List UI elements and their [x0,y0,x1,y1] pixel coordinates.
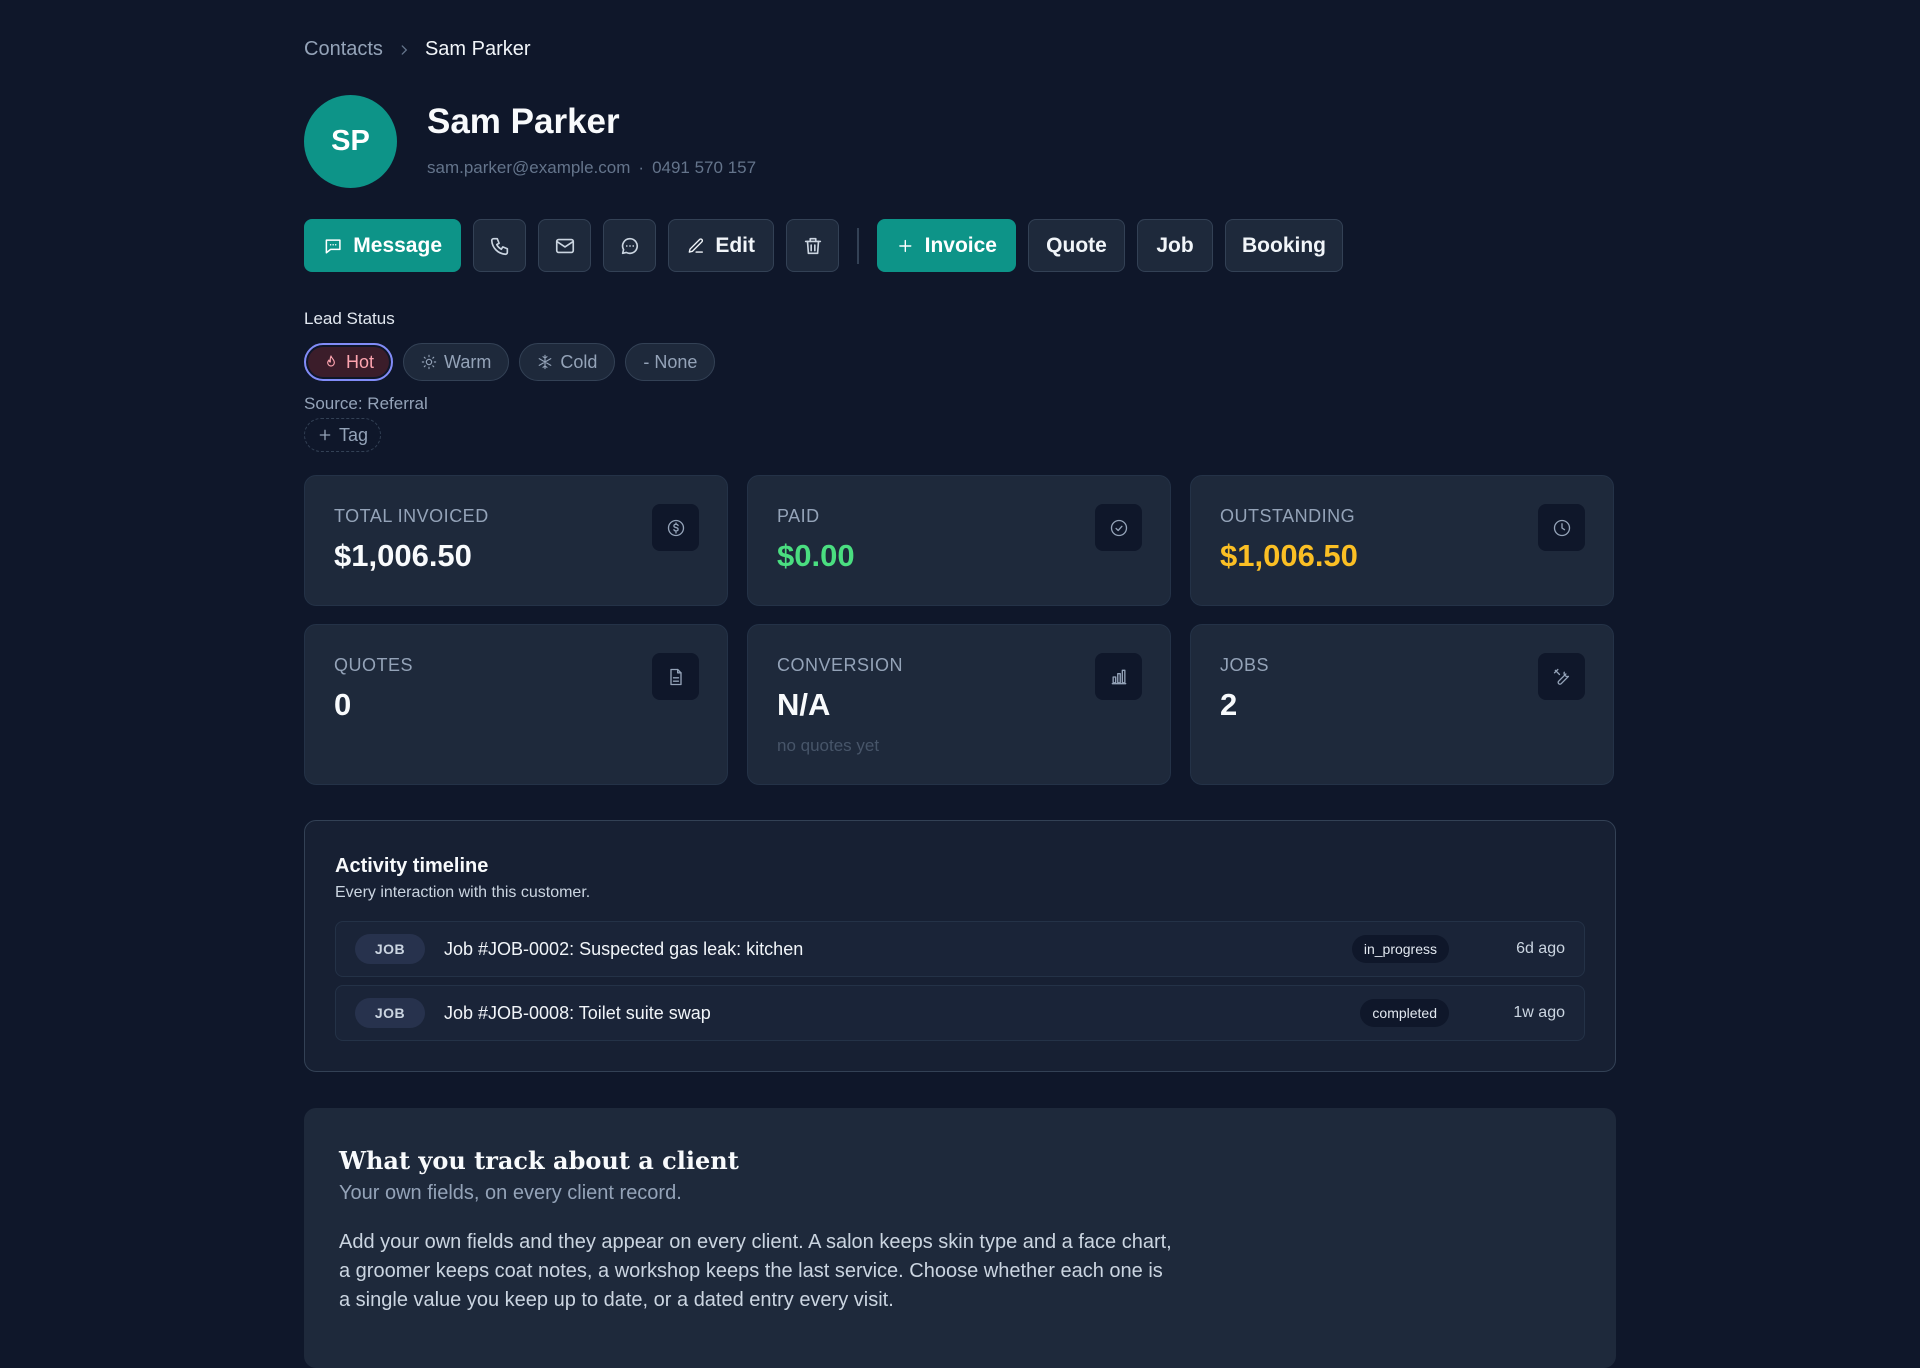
email-button[interactable] [538,219,591,272]
lead-status-none[interactable]: - None [625,343,716,381]
timeline-title: Activity timeline [335,855,489,877]
stat-value: $1,006.50 [1220,538,1358,573]
status-badge: completed [1360,999,1449,1027]
message-button[interactable]: Message [304,219,461,272]
lead-status-none-label: - None [643,351,698,372]
timeline-item-time: 1w ago [1513,1004,1565,1021]
edit-button-label: Edit [715,233,755,257]
stat-paid: PAID $0.00 [747,475,1171,606]
add-tag-label: Tag [339,424,369,445]
stat-label: QUOTES [334,655,414,675]
stat-label: CONVERSION [777,655,904,675]
pencil-icon [688,237,704,253]
sms-button[interactable] [603,219,656,272]
custom-fields-description: Add your own fields and they appear on e… [339,1231,1172,1311]
lead-status-hot-label: Hot [346,351,375,372]
mail-icon [555,238,574,253]
snowflake-icon [538,354,552,370]
timeline-item-kind: JOB [355,998,425,1028]
custom-fields-subtitle: Your own fields, on every client record. [339,1182,682,1204]
phone-icon [490,237,508,255]
check-circle-icon [1095,504,1142,551]
status-badge: in_progress [1351,935,1449,963]
chevron-right-icon [397,43,411,57]
stat-value: $0.00 [777,538,855,573]
lead-status-cold-label: Cold [560,351,598,372]
contact-phone[interactable]: 0491 570 157 [652,158,756,178]
contact-email[interactable]: sam.parker@example.com [427,158,630,178]
stat-hint: no quotes yet [777,736,880,755]
job-button[interactable]: Job [1137,219,1213,272]
action-toolbar: Message Edit Invoice Quote Job Booking [304,219,1343,272]
timeline-item[interactable]: JOB Job #JOB-0002: Suspected gas leak: k… [335,921,1585,977]
timeline-item-text: Job #JOB-0002: Suspected gas leak: kitch… [444,938,804,959]
stat-total-invoiced: TOTAL INVOICED $1,006.50 [304,475,728,606]
stat-jobs: JOBS 2 [1190,624,1614,785]
stat-quotes: QUOTES 0 [304,624,728,785]
breadcrumb: Contacts Sam Parker [304,38,531,61]
flame-icon [327,355,335,367]
avatar: SP [304,95,397,188]
lead-status-hot[interactable]: Hot [304,343,394,381]
timeline-subtitle: Every interaction with this customer. [335,884,591,901]
stat-value: $1,006.50 [334,538,472,573]
message-button-label: Message [353,233,442,257]
custom-fields-title: What you track about a client [339,1146,739,1175]
contact-details: sam.parker@example.com · 0491 570 157 [427,158,756,178]
stat-label: OUTSTANDING [1220,506,1356,526]
lead-status-options: Hot Warm Cold - None [304,343,716,381]
stat-value: 2 [1220,687,1238,722]
timeline-item-text: Job #JOB-0008: Toilet suite swap [444,1002,711,1023]
toolbar-divider [857,227,859,264]
delete-button[interactable] [786,219,839,272]
separator: · [638,158,645,177]
lead-status-cold[interactable]: Cold [519,343,616,381]
lead-status-label: Lead Status [304,309,395,328]
timeline-item[interactable]: JOB Job #JOB-0008: Toilet suite swap com… [335,985,1585,1041]
wrench-icon [1538,653,1585,700]
stat-conversion: CONVERSION N/A no quotes yet [747,624,1171,785]
message-square-icon [325,238,341,254]
timeline-item-kind: JOB [355,934,425,964]
plus-icon [319,429,331,441]
stat-label: JOBS [1220,655,1270,675]
breadcrumb-contacts-link[interactable]: Contacts [304,38,383,61]
contact-name: Sam Parker [427,102,620,141]
activity-timeline: Activity timeline Every interaction with… [304,820,1616,1072]
quote-button[interactable]: Quote [1028,219,1125,272]
stat-value: N/A [777,687,831,722]
timeline-item-time: 6d ago [1516,940,1565,957]
trash-icon [804,237,821,254]
stat-outstanding: OUTSTANDING $1,006.50 [1190,475,1614,606]
lead-status-warm-label: Warm [444,351,492,372]
invoice-button-label: Invoice [924,233,997,257]
booking-button[interactable]: Booking [1225,219,1343,272]
chat-bubble-icon [621,237,638,254]
clock-icon [1538,504,1585,551]
stat-label: TOTAL INVOICED [334,506,489,526]
sun-icon [421,354,437,370]
lead-source: Source: Referral [304,394,428,413]
lead-status-warm[interactable]: Warm [403,343,510,381]
add-tag-button[interactable]: Tag [304,418,382,452]
breadcrumb-current: Sam Parker [424,38,531,60]
file-icon [652,653,699,700]
dollar-icon [652,504,699,551]
new-invoice-button[interactable]: Invoice [877,219,1016,272]
custom-fields-card: What you track about a client Your own f… [304,1108,1616,1368]
bar-chart-icon [1095,653,1142,700]
plus-icon [899,239,912,252]
stat-value: 0 [334,687,352,722]
call-button[interactable] [473,219,526,272]
stat-label: PAID [777,506,820,526]
edit-button[interactable]: Edit [668,219,774,272]
